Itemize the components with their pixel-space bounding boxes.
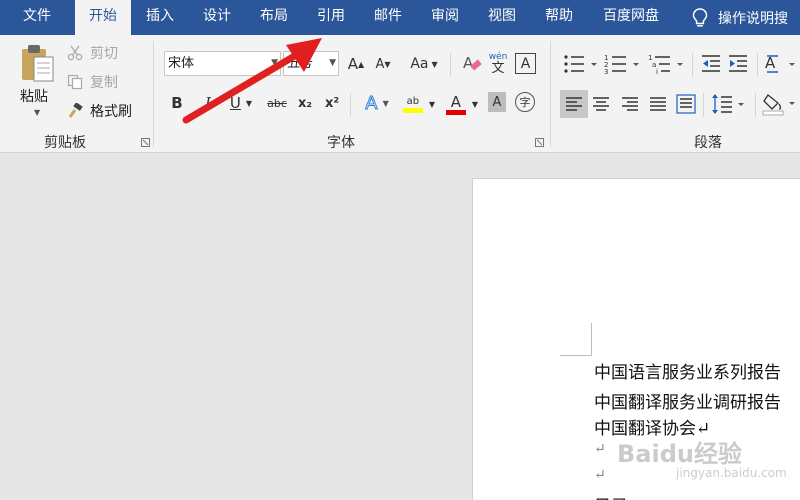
annotation-arrow-icon (182, 38, 322, 124)
